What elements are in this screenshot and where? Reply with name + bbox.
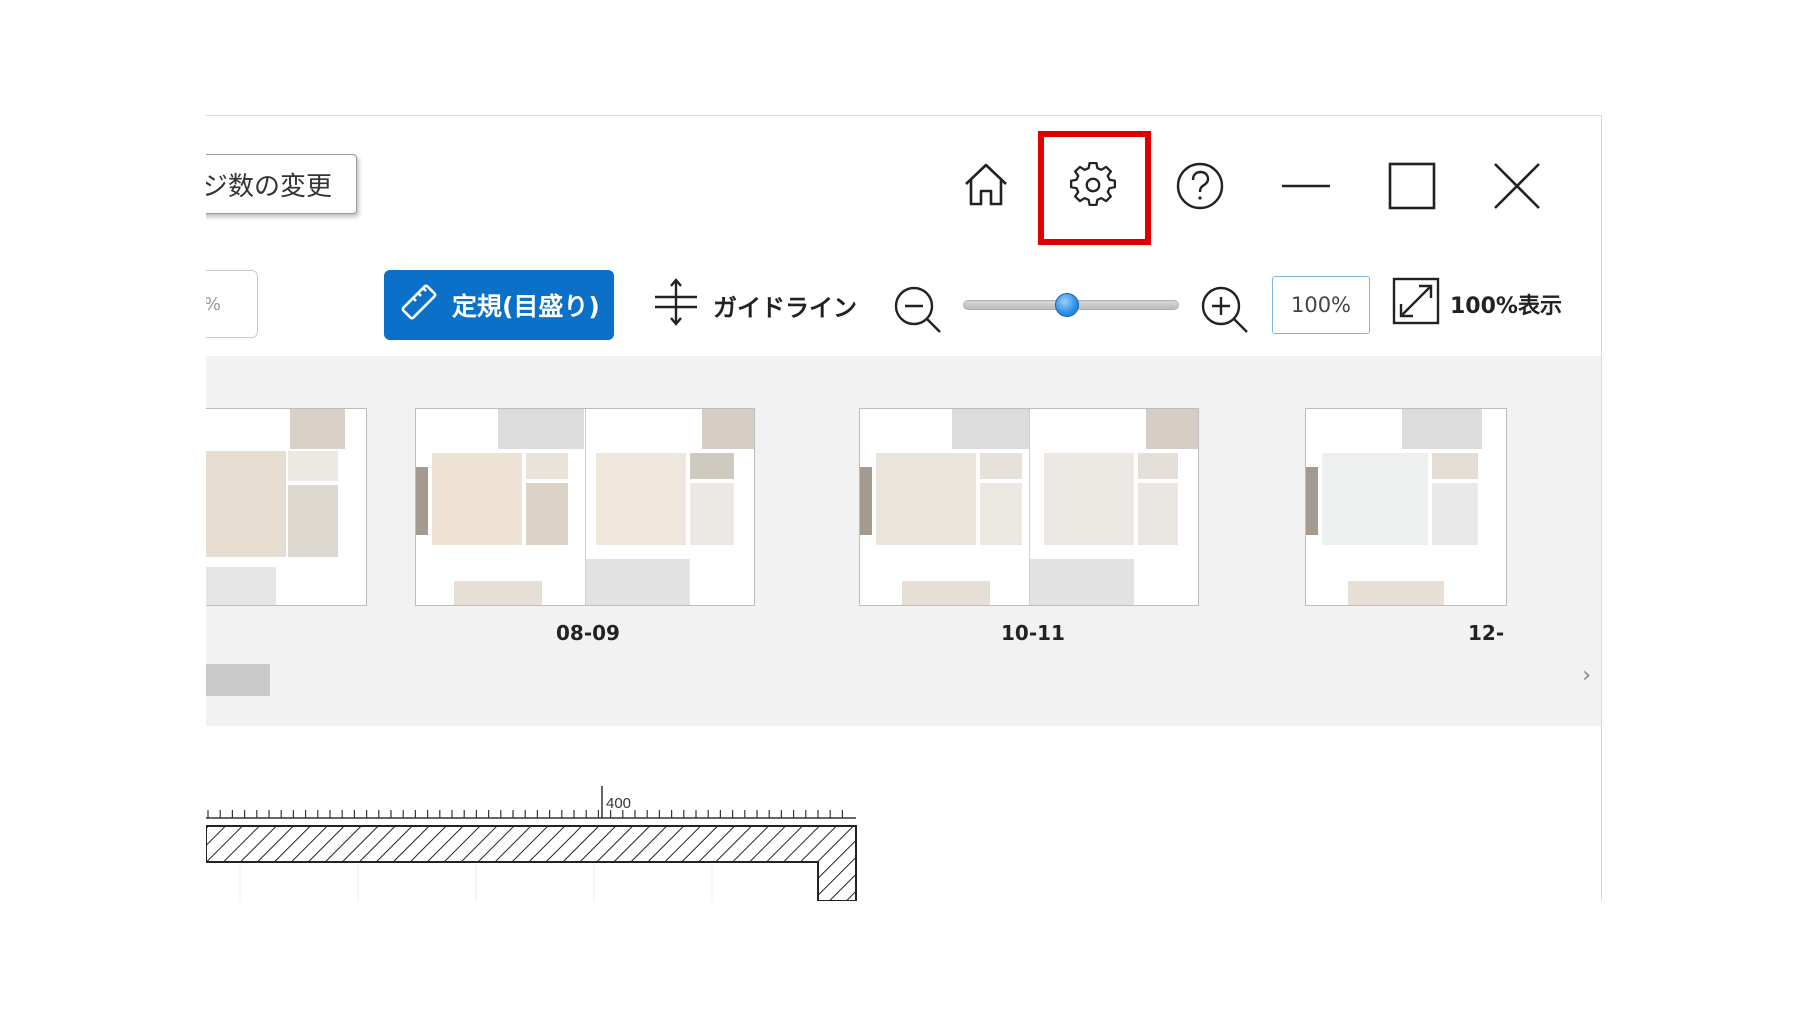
ruler-button[interactable]: 定規(目盛り) — [384, 270, 614, 340]
scroll-right-icon[interactable]: › — [1582, 663, 1591, 688]
zoom-in-icon[interactable] — [1199, 284, 1251, 340]
horizontal-scrollbar-thumb[interactable] — [206, 664, 270, 696]
zoom-out-icon[interactable] — [892, 284, 944, 340]
page-thumbnail — [860, 409, 1030, 605]
editor-canvas[interactable]: 400 — [206, 726, 1601, 901]
canvas-drawing: 400 — [206, 786, 857, 901]
page-thumbnail — [1029, 409, 1198, 605]
close-icon[interactable] — [1491, 160, 1543, 212]
ruler-ticks — [207, 810, 844, 818]
title-bar: ジ数の変更 — [206, 116, 1601, 254]
ruler-label: 400 — [606, 795, 631, 812]
toolbar: % 定規(目盛り) — [206, 254, 1601, 358]
page-thumbnail — [206, 409, 366, 605]
ruler-icon — [398, 281, 440, 329]
expand-icon — [1392, 277, 1440, 331]
guideline-label: ガイドライン — [713, 293, 857, 322]
spread-label: 10-11 — [1001, 621, 1065, 645]
spread-thumbnail[interactable] — [206, 409, 366, 605]
spread-thumbnail-12[interactable] — [1306, 409, 1506, 605]
gear-icon[interactable] — [1068, 160, 1118, 210]
page-thumbnail — [1306, 409, 1506, 605]
help-icon[interactable] — [1174, 160, 1226, 212]
page-thumbnail — [416, 409, 585, 605]
page-thumbnail — [585, 409, 754, 605]
ruler-label: 定規(目盛り) — [452, 292, 600, 321]
spread-thumbnail-10-11[interactable] — [860, 409, 1198, 605]
guideline-button[interactable]: ガイドライン — [653, 270, 857, 340]
fit-100-label: 100%表示 — [1450, 294, 1562, 319]
fit-100-button[interactable]: 100%表示 — [1392, 277, 1562, 331]
page-count-change-button[interactable]: ジ数の変更 — [206, 154, 357, 214]
spread-label: 12- — [1468, 621, 1505, 645]
minimize-icon[interactable] — [1281, 162, 1331, 210]
zoom-percent-label: % — [206, 294, 221, 315]
page-strip: 08-09 10-11 12- › — [206, 356, 1601, 726]
page-count-change-label: ジ数の変更 — [206, 171, 332, 202]
maximize-icon[interactable] — [1386, 160, 1438, 212]
spread-thumbnail-08-09[interactable] — [416, 409, 754, 605]
zoom-slider[interactable] — [963, 293, 1179, 317]
guideline-icon — [653, 277, 699, 333]
spread-label: 08-09 — [556, 621, 620, 645]
zoom-slider-thumb[interactable] — [1055, 293, 1080, 317]
zoom-value-field[interactable]: 100% — [1272, 276, 1370, 334]
zoom-percent-field[interactable]: % — [206, 270, 258, 338]
zoom-value: 100% — [1290, 293, 1352, 317]
home-icon[interactable] — [960, 158, 1012, 210]
app-window: ジ数の変更 定規(目盛り) ガイドライン 100% 100%表示 08-09 1… — [206, 115, 1602, 901]
